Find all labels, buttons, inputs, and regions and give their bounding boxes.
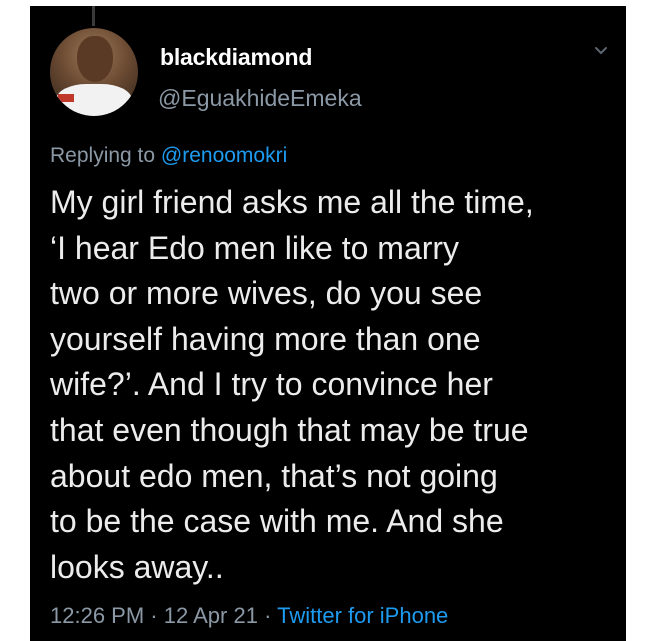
avatar-shirt-logo: [58, 94, 74, 102]
tweet-time[interactable]: 12:26 PM: [50, 603, 144, 628]
tweet-card: blackdiamond @EguakhideEmeka Replying to…: [30, 6, 626, 641]
reply-prefix: Replying to: [50, 144, 161, 167]
tweet-source-link[interactable]: Twitter for iPhone: [277, 603, 448, 628]
tweet-date[interactable]: 12 Apr 21: [164, 603, 258, 628]
thread-connector-line: [92, 6, 95, 26]
display-name[interactable]: blackdiamond: [160, 44, 312, 71]
chevron-down-icon[interactable]: [594, 46, 608, 56]
tweet-metadata: 12:26 PM · 12 Apr 21 · Twitter for iPhon…: [50, 603, 448, 629]
reply-mention-link[interactable]: @renoomokri: [161, 144, 287, 167]
meta-separator: ·: [264, 603, 272, 628]
avatar-face: [77, 36, 113, 82]
meta-separator: ·: [150, 603, 158, 628]
replying-to-line: Replying to @renoomokri: [50, 144, 287, 168]
tweet-text: My girl friend asks me all the time, ‘I …: [50, 184, 534, 585]
user-handle[interactable]: @EguakhideEmeka: [158, 85, 362, 112]
avatar[interactable]: [50, 28, 138, 116]
